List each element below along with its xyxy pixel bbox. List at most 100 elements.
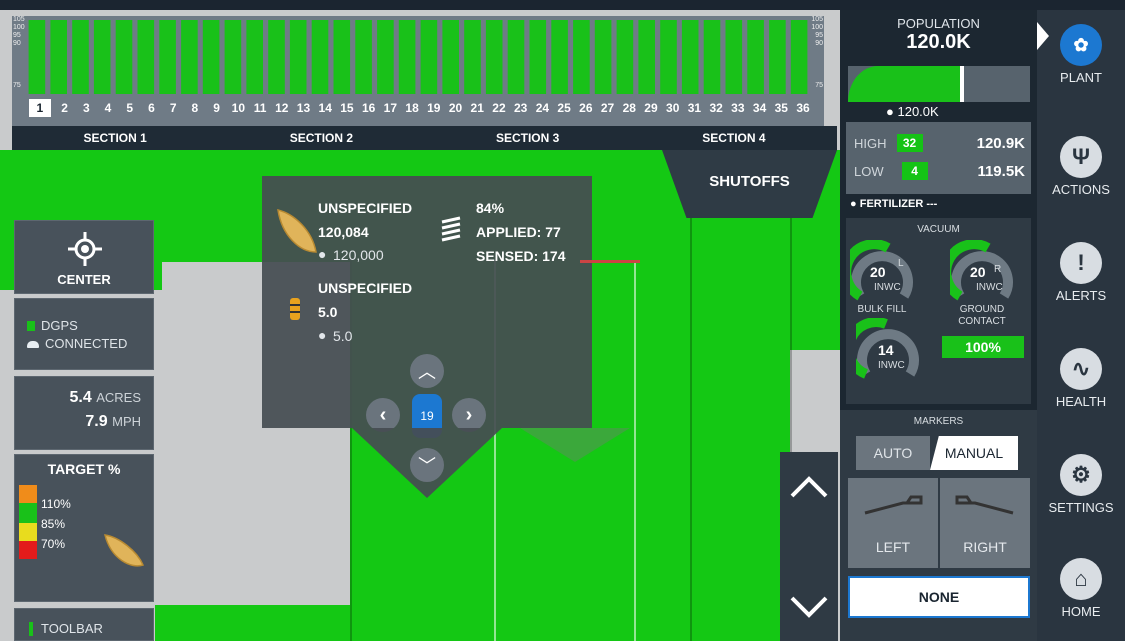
- row-number-button[interactable]: 35: [770, 98, 792, 118]
- row-population-bar: [72, 20, 89, 94]
- row-population-bar: [551, 20, 568, 94]
- section-2-label[interactable]: SECTION 2: [218, 126, 424, 150]
- vacuum-title: VACUUM: [917, 224, 960, 235]
- row-number-button[interactable]: 2: [54, 98, 76, 118]
- vacuum-left-side: L: [898, 258, 904, 269]
- row-population-bar: [485, 20, 503, 94]
- row-population-bar: [420, 20, 438, 94]
- row-number-button[interactable]: 21: [466, 98, 488, 118]
- row-number-button[interactable]: 25: [553, 98, 575, 118]
- toolbar-indicator: [29, 621, 33, 636]
- target-legend[interactable]: TARGET % 110% 85% 70%: [14, 454, 154, 602]
- row-number-button[interactable]: 24: [532, 98, 554, 118]
- row-population-bar: [268, 20, 285, 94]
- row-number-button[interactable]: 22: [488, 98, 510, 118]
- scroll-down-button[interactable]: [780, 572, 838, 641]
- row-number-button[interactable]: 19: [423, 98, 445, 118]
- row-population-bar: [289, 20, 307, 94]
- area-speed-box[interactable]: 5.4 ACRES 7.9 MPH: [14, 376, 154, 450]
- nav-home[interactable]: ⌂ HOME: [1037, 550, 1125, 641]
- vacuum-right-value: 20: [970, 264, 986, 280]
- row-number-button[interactable]: 7: [162, 98, 184, 118]
- row-number-button[interactable]: 6: [141, 98, 163, 118]
- gps-status[interactable]: DGPS CONNECTED: [14, 298, 154, 370]
- row-number-button[interactable]: 15: [336, 98, 358, 118]
- row-number-button[interactable]: 33: [727, 98, 749, 118]
- row-number-button[interactable]: 29: [640, 98, 662, 118]
- shutoffs-tab[interactable]: SHUTOFFS: [662, 150, 837, 218]
- row-number-button[interactable]: 36: [792, 98, 814, 118]
- shutoffs-label: SHUTOFFS: [709, 172, 790, 190]
- row-number-button[interactable]: 1: [29, 99, 51, 117]
- row-population-bar: [725, 20, 743, 94]
- high-low-box[interactable]: HIGH 32 120.9K LOW 4 119.5K: [846, 122, 1031, 194]
- row-number-button[interactable]: 32: [705, 98, 727, 118]
- chevron-up-icon: [790, 476, 828, 498]
- markers-panel: MARKERS AUTO MANUAL LEFT RIGHT NONE: [840, 410, 1037, 641]
- fertilizer-row[interactable]: ● FERTILIZER ---: [850, 198, 937, 210]
- nav-settings[interactable]: ⚙ SETTINGS: [1037, 446, 1125, 546]
- row-number-button[interactable]: 11: [249, 98, 271, 118]
- nav-plant[interactable]: ✿ PLANT: [1037, 16, 1125, 116]
- vacuum-section[interactable]: VACUUM 20 L INWC 20 R INWC BULK FILL 14 …: [846, 218, 1031, 404]
- row-number-button[interactable]: 20: [445, 98, 467, 118]
- row-number-button[interactable]: 16: [358, 98, 380, 118]
- row-number-button[interactable]: 30: [662, 98, 684, 118]
- actions-icon: Ψ: [1060, 136, 1102, 178]
- row-number-button[interactable]: 9: [206, 98, 228, 118]
- row-number-button[interactable]: 10: [227, 98, 249, 118]
- row-number-button[interactable]: 27: [597, 98, 619, 118]
- nav-alerts[interactable]: ! ALERTS: [1037, 234, 1125, 334]
- row-number-button[interactable]: 17: [380, 98, 402, 118]
- fertilizer-label: FERTILIZER: [859, 198, 924, 210]
- ground-contact-value: 100%: [942, 336, 1024, 358]
- marker-auto-button[interactable]: AUTO: [856, 436, 930, 470]
- scale-label-left: 90: [13, 40, 21, 47]
- row-detail-popup[interactable]: UNSPECIFIED 120,084 ● 120,000 84% APPLIE…: [262, 176, 640, 438]
- marker-manual-button[interactable]: MANUAL: [930, 436, 1018, 470]
- section-1-label[interactable]: SECTION 1: [12, 126, 218, 150]
- row-number-button[interactable]: 14: [314, 98, 336, 118]
- population-gauge[interactable]: [848, 66, 1030, 102]
- row-number-button[interactable]: 13: [293, 98, 315, 118]
- row-number-button[interactable]: 12: [271, 98, 293, 118]
- row-population-bar: [50, 20, 67, 94]
- row-number-button[interactable]: 28: [618, 98, 640, 118]
- row-right-button[interactable]: ›: [452, 398, 486, 432]
- population-target-row: ● 120.0K: [886, 104, 939, 119]
- row-up-button[interactable]: ︿: [410, 354, 444, 388]
- nav-actions[interactable]: Ψ ACTIONS: [1037, 128, 1125, 228]
- section-4-label[interactable]: SECTION 4: [631, 126, 837, 150]
- marker-none-button[interactable]: NONE: [848, 576, 1030, 618]
- product2-name: UNSPECIFIED: [318, 280, 413, 296]
- gps-connection: CONNECTED: [45, 336, 128, 351]
- row-population-bar: [333, 20, 351, 94]
- droplet-icon: ●: [850, 198, 857, 210]
- toolbar-tab[interactable]: TOOLBAR: [14, 608, 154, 641]
- row-population-bar: [93, 20, 111, 94]
- row-number-button[interactable]: 23: [510, 98, 532, 118]
- high-value: 120.9K: [976, 134, 1025, 152]
- row-population-bar: [507, 20, 525, 94]
- row-number-button[interactable]: 18: [401, 98, 423, 118]
- row-number-button[interactable]: 8: [184, 98, 206, 118]
- row-number-button[interactable]: 4: [97, 98, 119, 118]
- scale-label-left: 95: [13, 32, 21, 39]
- population-target: 120.0K: [897, 104, 939, 119]
- row-left-button[interactable]: ‹: [366, 398, 400, 432]
- scroll-up-button[interactable]: [780, 452, 838, 522]
- marker-left-button[interactable]: LEFT: [848, 478, 938, 568]
- row-population-bar: [703, 20, 721, 94]
- row-number-button[interactable]: 3: [75, 98, 97, 118]
- marker-right-button[interactable]: RIGHT: [940, 478, 1030, 568]
- row-number-button[interactable]: 31: [684, 98, 706, 118]
- row-down-button[interactable]: ﹀: [410, 448, 444, 482]
- nav-actions-label: ACTIONS: [1052, 182, 1110, 197]
- nav-health[interactable]: ∿ HEALTH: [1037, 340, 1125, 440]
- row-number-button[interactable]: 26: [575, 98, 597, 118]
- row-number-button[interactable]: 5: [119, 98, 141, 118]
- section-3-label[interactable]: SECTION 3: [425, 126, 631, 150]
- product2-rate: 5.0: [318, 304, 338, 320]
- center-button[interactable]: CENTER: [14, 220, 154, 294]
- row-number-button[interactable]: 34: [749, 98, 771, 118]
